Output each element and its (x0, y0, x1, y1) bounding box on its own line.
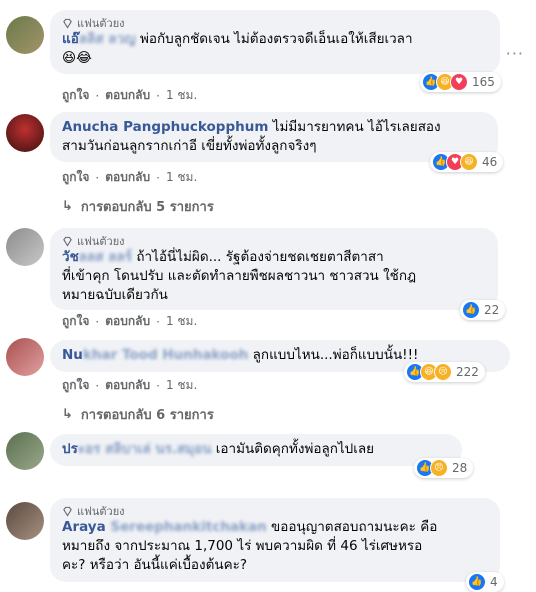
author-name[interactable]: Araya Sereephankitchakan (62, 519, 267, 535)
reaction-summary[interactable]: 👍 😆 😢 222 (404, 362, 485, 382)
author-name[interactable]: วัชลลส ลลร์ (62, 249, 132, 265)
diamond-icon (63, 236, 72, 247)
comment-bubble: Anucha Pangphuckopphum ไม่มีมารยาทคน ไอ้… (50, 112, 498, 162)
reaction-count: 222 (456, 365, 479, 379)
author-name[interactable]: แอ๊ลลิส ลวญ (62, 31, 136, 47)
reply-link[interactable]: ตอบกลับ (105, 312, 150, 331)
love-reaction-icon: ♥ (450, 73, 468, 91)
emoji-line: 😆😂 (62, 50, 92, 66)
diamond-icon (63, 18, 72, 29)
like-link[interactable]: ถูกใจ (62, 312, 89, 331)
author-name[interactable]: Anucha Pangphuckopphum (62, 119, 268, 135)
author-name[interactable]: Nukhar Tood Hunhakooh (62, 347, 248, 363)
comment-bubble: แฟนตัวยง Araya Sereephankitchakan ขออนุญ… (50, 498, 500, 582)
reaction-count: 165 (472, 75, 495, 89)
reaction-count: 4 (490, 575, 498, 589)
reaction-count: 22 (484, 303, 500, 317)
timestamp[interactable]: 1 ชม. (166, 312, 197, 331)
comment-actions: ถูกใจ · ตอบกลับ · 1 ชม. (62, 312, 197, 331)
avatar[interactable] (6, 228, 44, 266)
comment-thread: แฟนตัวยง แอ๊ลลิส ลวญ พ่อกับลูกชัดเจน ไม่… (0, 0, 536, 592)
more-dots-icon[interactable]: ··· (506, 44, 524, 63)
avatar[interactable] (6, 502, 44, 540)
sad-reaction-icon: 😢 (434, 363, 452, 381)
top-fan-badge: แฟนตัวยง (62, 16, 488, 30)
like-link[interactable]: ถูกใจ (62, 376, 89, 395)
comment-text: ประอร สลิบาเล่ นร.สมุอน เอามันติดคุกทั้ง… (62, 441, 375, 457)
author-name[interactable]: ประอร สลิบาเล่ นร.สมุอน (62, 441, 211, 457)
timestamp[interactable]: 1 ชม. (166, 168, 197, 187)
reply-arrow-icon: ↳ (62, 407, 73, 422)
view-replies-link[interactable]: ↳ การตอบกลับ 5 รายการ (62, 196, 214, 217)
comment-text: แอ๊ลลิส ลวญ พ่อกับลูกชัดเจน ไม่ต้องตรวจด… (62, 31, 413, 47)
comment-actions: ถูกใจ · ตอบกลับ · 1 ชม. (62, 168, 197, 187)
like-reaction-icon: 👍 (468, 573, 486, 591)
haha-reaction-icon: 😆 (460, 153, 478, 171)
comment-bubble: แฟนตัวยง แอ๊ลลิส ลวญ พ่อกับลูกชัดเจน ไม่… (50, 10, 500, 74)
reaction-count: 28 (452, 461, 468, 475)
timestamp[interactable]: 1 ชม. (166, 86, 197, 105)
reply-link[interactable]: ตอบกลับ (105, 168, 150, 187)
comment-bubble: ประอร สลิบาเล่ นร.สมุอน เอามันติดคุกทั้ง… (50, 434, 462, 466)
avatar[interactable] (6, 432, 44, 470)
comment-actions: ถูกใจ · ตอบกลับ · 1 ชม. (62, 86, 197, 105)
diamond-icon (63, 506, 72, 517)
reaction-count: 46 (482, 155, 498, 169)
like-link[interactable]: ถูกใจ (62, 86, 89, 105)
reaction-summary[interactable]: 👍 4 (466, 572, 504, 592)
angry-reaction-icon: 😠 (430, 459, 448, 477)
top-fan-badge: แฟนตัวยง (62, 504, 488, 518)
avatar[interactable] (6, 338, 44, 376)
view-replies-link[interactable]: ↳ การตอบกลับ 6 รายการ (62, 404, 214, 425)
comment-actions: ถูกใจ · ตอบกลับ · 1 ชม. (62, 376, 197, 395)
reply-link[interactable]: ตอบกลับ (105, 86, 150, 105)
comment-bubble: แฟนตัวยง วัชลลส ลลร์ ถ้าไอ้นี่ไม่ผิด... … (50, 228, 498, 310)
top-fan-badge: แฟนตัวยง (62, 234, 486, 248)
timestamp[interactable]: 1 ชม. (166, 376, 197, 395)
like-reaction-icon: 👍 (462, 301, 480, 319)
reaction-summary[interactable]: 👍 22 (460, 300, 506, 320)
reply-link[interactable]: ตอบกลับ (105, 376, 150, 395)
avatar[interactable] (6, 114, 44, 152)
comment-text: Araya Sereephankitchakan ขออนุญาตสอบถามน… (62, 519, 438, 535)
reaction-summary[interactable]: 👍 😠 28 (414, 458, 474, 478)
avatar[interactable] (6, 16, 44, 54)
reaction-summary[interactable]: 👍 😆 ♥ 165 (420, 72, 501, 92)
reply-arrow-icon: ↳ (62, 199, 73, 214)
comment-text: วัชลลส ลลร์ ถ้าไอ้นี่ไม่ผิด... รัฐต้องจ่… (62, 249, 384, 265)
comment-text: Anucha Pangphuckopphum ไม่มีมารยาทคน ไอ้… (62, 119, 441, 135)
like-link[interactable]: ถูกใจ (62, 168, 89, 187)
reaction-summary[interactable]: 👍 ♥ 😆 46 (430, 152, 504, 172)
